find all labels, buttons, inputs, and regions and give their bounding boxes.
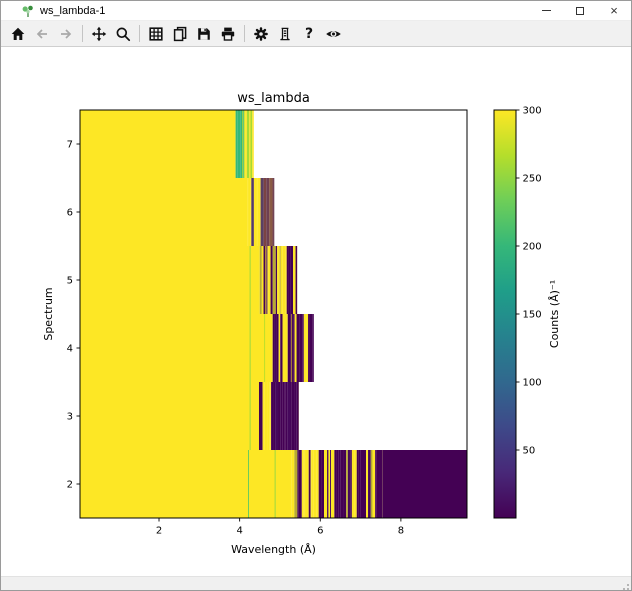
toggle-visibility-button[interactable] <box>321 23 345 45</box>
svg-text:7: 7 <box>67 140 73 151</box>
app-icon <box>21 4 35 18</box>
magnifier-icon <box>115 26 131 42</box>
minimize-icon <box>542 10 551 11</box>
colorbar-axis: 50 100 150 200 250 300 <box>516 106 542 457</box>
maximize-button[interactable] <box>563 1 597 20</box>
window-controls: × <box>529 1 631 20</box>
x-axis: 2 4 6 8 <box>156 518 404 537</box>
svg-text:50: 50 <box>523 446 536 457</box>
svg-text:250: 250 <box>523 174 542 185</box>
svg-text:4: 4 <box>67 344 73 355</box>
forward-arrow-icon <box>58 26 74 42</box>
minimize-button[interactable] <box>529 1 563 20</box>
eye-icon <box>325 26 342 42</box>
status-bar <box>1 576 631 591</box>
colorbar <box>494 110 516 518</box>
maximize-icon <box>576 7 584 15</box>
gear-icon <box>253 26 269 42</box>
grid-icon <box>148 26 164 42</box>
colorbar-label: Counts (Å)⁻¹ <box>548 280 561 348</box>
print-icon <box>220 26 236 42</box>
svg-text:100: 100 <box>523 378 542 389</box>
home-icon <box>10 26 26 42</box>
toolbar-separator <box>139 25 140 42</box>
y-axis-label: Spectrum <box>42 287 55 340</box>
toolbar-separator <box>244 25 245 42</box>
script-scroll-icon <box>277 26 293 42</box>
close-icon: × <box>610 4 618 17</box>
svg-text:2: 2 <box>67 480 73 491</box>
svg-text:2: 2 <box>156 526 162 537</box>
resize-grip[interactable] <box>619 580 629 590</box>
pan-icon <box>91 26 107 42</box>
toolbar-separator <box>82 25 83 42</box>
svg-text:5: 5 <box>67 276 73 287</box>
heatmap-plot: 2 4 6 8 2 3 4 5 6 7 ws_lambda Wavelength (Å) Spectru… <box>1 47 632 576</box>
close-button[interactable]: × <box>597 1 631 20</box>
zoom-button[interactable] <box>111 23 135 45</box>
svg-text:150: 150 <box>523 310 542 321</box>
back-arrow-icon <box>34 26 50 42</box>
x-axis-label: Wavelength (Å) <box>231 543 316 556</box>
back-button[interactable] <box>30 23 54 45</box>
svg-text:3: 3 <box>67 412 73 423</box>
svg-text:4: 4 <box>236 526 242 537</box>
grid-button[interactable] <box>144 23 168 45</box>
plot-toolbar: ? <box>1 21 631 47</box>
svg-text:6: 6 <box>317 526 323 537</box>
pan-button[interactable] <box>87 23 111 45</box>
save-button[interactable] <box>192 23 216 45</box>
customize-button[interactable] <box>249 23 273 45</box>
svg-text:300: 300 <box>523 106 542 117</box>
plot-title: ws_lambda <box>237 91 310 106</box>
titlebar[interactable]: ws_lambda-1 × <box>1 1 631 21</box>
svg-text:6: 6 <box>67 208 73 219</box>
y-axis: 2 3 4 5 6 7 <box>67 140 80 491</box>
help-icon: ? <box>305 26 313 42</box>
home-button[interactable] <box>6 23 30 45</box>
figure-canvas[interactable]: 2 4 6 8 2 3 4 5 6 7 ws_lambda Wavelength (Å) Spectru… <box>1 47 632 576</box>
copy-icon <box>172 26 188 42</box>
plot-window: ws_lambda-1 × <box>0 0 632 591</box>
print-button[interactable] <box>216 23 240 45</box>
generate-script-button[interactable] <box>273 23 297 45</box>
help-button[interactable]: ? <box>297 23 321 45</box>
forward-button[interactable] <box>54 23 78 45</box>
svg-text:200: 200 <box>523 242 542 253</box>
copy-button[interactable] <box>168 23 192 45</box>
svg-text:8: 8 <box>398 526 404 537</box>
window-title: ws_lambda-1 <box>40 5 105 17</box>
save-icon <box>196 26 212 42</box>
